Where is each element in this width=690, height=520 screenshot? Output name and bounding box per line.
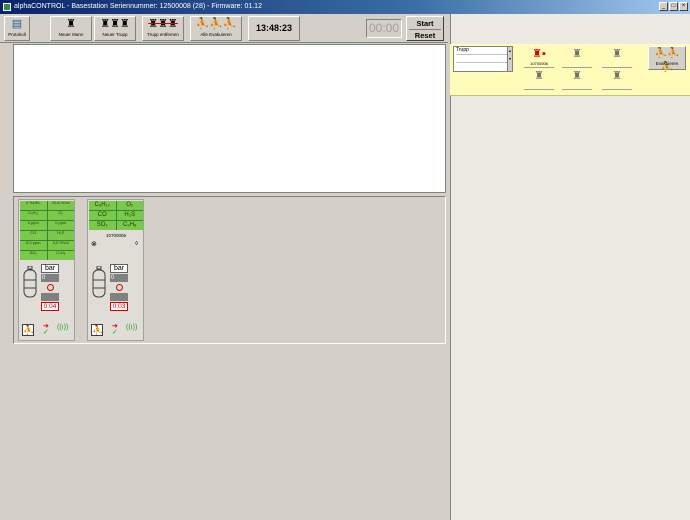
firefighter-icon: ♜	[572, 70, 582, 82]
maximize-button[interactable]: □	[669, 2, 678, 11]
protokoll-button[interactable]: ▤ Protokoll	[4, 16, 30, 41]
firefighter-icon: ♜	[572, 48, 582, 60]
trupp-slot-4[interactable]: ♜	[522, 70, 556, 92]
trupp-slot-3[interactable]: ♜	[600, 48, 634, 70]
window-title: alphaCONTROL - Basestation Seriennummer:…	[14, 3, 262, 10]
firefighter-icon: ♜	[612, 70, 622, 82]
gas-readings: 0 %UEL 20,8 %Vol C₃H₁₂ O₂ 0 ppm 0 ppm CO…	[20, 200, 74, 260]
pressure-area: bar 0 0:03	[90, 262, 144, 322]
evacuate-icon[interactable]: ⛹	[22, 324, 34, 336]
slot-device-id: 10700006	[524, 61, 554, 68]
pressure-value: 0	[41, 274, 59, 282]
gas-name: C₅H₁₂	[89, 201, 116, 210]
team-icon: ♜♜♜	[100, 18, 130, 30]
gas-name: SO₂	[20, 250, 47, 260]
radio-signal-icon: ((ı))	[126, 324, 138, 331]
firefighter-active-icon: ♜▪	[532, 48, 546, 60]
gas-value: 0,0 %Vol	[47, 240, 74, 250]
cylinder-icon	[23, 266, 37, 298]
remaining-bar	[41, 293, 59, 301]
pressure-unit: bar	[110, 264, 128, 273]
close-button[interactable]: ×	[679, 2, 688, 11]
spin-arrows-icon[interactable]: ▴ ▾	[507, 47, 512, 71]
gas-value: 0,0 ppm	[20, 240, 47, 250]
trupp-entfernen-button[interactable]: ♜♜♜ Trupp entfernen	[142, 16, 184, 41]
remove-team-icon: ♜♜♜	[148, 18, 178, 30]
pressure-unit: bar	[41, 264, 59, 273]
alle-evakuieren-button[interactable]: ⛹⛹⛹ Alle Evakuieren	[190, 16, 242, 41]
firefighter-icon: ♜	[534, 70, 544, 82]
minimize-button[interactable]: _	[659, 2, 668, 11]
start-label: Start	[416, 19, 434, 28]
evacuate-all-icon: ⛹⛹⛹	[195, 18, 237, 30]
gas-name: CO	[20, 230, 47, 240]
firefighter-icon: ♜	[612, 48, 622, 60]
prev-icon[interactable]: ⊗	[91, 240, 97, 248]
gas-name: H₂S	[47, 230, 74, 240]
elapsed-time: 0:03	[110, 302, 128, 311]
gas-name: C₃H₈	[47, 250, 74, 260]
gas-name: CO	[89, 211, 116, 220]
evacuate-team-icon: ⛹⛹⛹	[654, 48, 680, 73]
cylinder-icon	[92, 266, 106, 298]
pressure-area: bar 0 0:04	[21, 262, 75, 322]
elapsed-time: 0:04	[41, 302, 59, 311]
trupp-slot-2[interactable]: ♜	[560, 48, 594, 70]
gas-value: 0 ppm	[20, 220, 47, 230]
pressure-value: 0	[110, 274, 128, 282]
device-cards-panel: 0 %UEL 20,8 %Vol C₃H₁₂ O₂ 0 ppm 0 ppm CO…	[13, 196, 446, 344]
card-actions: ⛹ ➔ ✓ ((ı))	[90, 323, 144, 338]
device-id: 10700006	[105, 233, 127, 238]
device-card-1[interactable]: 0 %UEL 20,8 %Vol C₃H₁₂ O₂ 0 ppm 0 ppm CO…	[18, 199, 75, 341]
check-icon: ✓	[112, 329, 118, 336]
window-controls: _ □ ×	[659, 2, 688, 11]
gas-value: 20,8 %Vol	[47, 200, 74, 210]
gas-name: C₃H₁₂	[20, 210, 47, 220]
card-actions: ⛹ ➔ ✓ ((ı))	[21, 323, 75, 338]
next-icon[interactable]: ⬨	[135, 240, 138, 248]
mission-timer: 00:00	[366, 19, 402, 38]
firefighter-icon: ♜	[66, 18, 76, 30]
overview-panel	[13, 44, 446, 193]
gas-name: H₂S	[116, 211, 143, 220]
trupp-select[interactable]: Trupp ▴ ▾	[453, 46, 513, 72]
trupp-slot-1[interactable]: ♜▪ 10700006	[522, 48, 556, 70]
gas-name: O₂	[47, 210, 74, 220]
start-reset-button[interactable]: Start Reset	[406, 16, 444, 41]
trupp-panel: Trupp ▴ ▾ ♜▪ 10700006 ♜ ♜ ♜ ♜ ♜ ⛹⛹⛹ Evaku…	[450, 44, 690, 96]
gas-name: C₃H₈	[116, 221, 143, 230]
check-icon: ✓	[43, 329, 49, 336]
radio-signal-icon: ((ı))	[57, 324, 69, 331]
neuer-trupp-button[interactable]: ♜♜♜ Neuer Trupp	[94, 16, 136, 41]
gas-value: 0 ppm	[47, 220, 74, 230]
trupp-slot-6[interactable]: ♜	[600, 70, 634, 92]
title-bar: alphaCONTROL - Basestation Seriennummer:…	[0, 0, 690, 14]
printer-icon: ▤	[11, 18, 23, 30]
timer-dial-icon	[116, 284, 123, 291]
neuer-mann-button[interactable]: ♜ Neuer Mann	[50, 16, 92, 41]
trupp-label: Trupp	[456, 47, 512, 55]
evakuieren-button[interactable]: ⛹⛹⛹ Evakuieren	[648, 46, 686, 73]
remaining-bar	[110, 293, 128, 301]
gas-name: SO₂	[89, 221, 116, 230]
trupp-slot-5[interactable]: ♜	[560, 70, 594, 92]
device-card-2[interactable]: C₅H₁₂ O₂ CO H₂S SO₂ C₃H₈ 10700006 ⊗ ⬨ ba…	[87, 199, 144, 341]
clock: 13:48:23	[248, 16, 300, 41]
gas-readings: C₅H₁₂ O₂ CO H₂S SO₂ C₃H₈	[89, 201, 143, 230]
gas-name: O₂	[116, 201, 143, 210]
gas-value: 0 %UEL	[20, 200, 47, 210]
app-icon	[3, 3, 11, 11]
toolbar: ▤ Protokoll ♜ Neuer Mann ♜♜♜ Neuer Trupp…	[0, 14, 448, 43]
timer-dial-icon	[47, 284, 54, 291]
evacuate-icon[interactable]: ⛹	[91, 324, 103, 336]
reset-label: Reset	[409, 29, 441, 41]
